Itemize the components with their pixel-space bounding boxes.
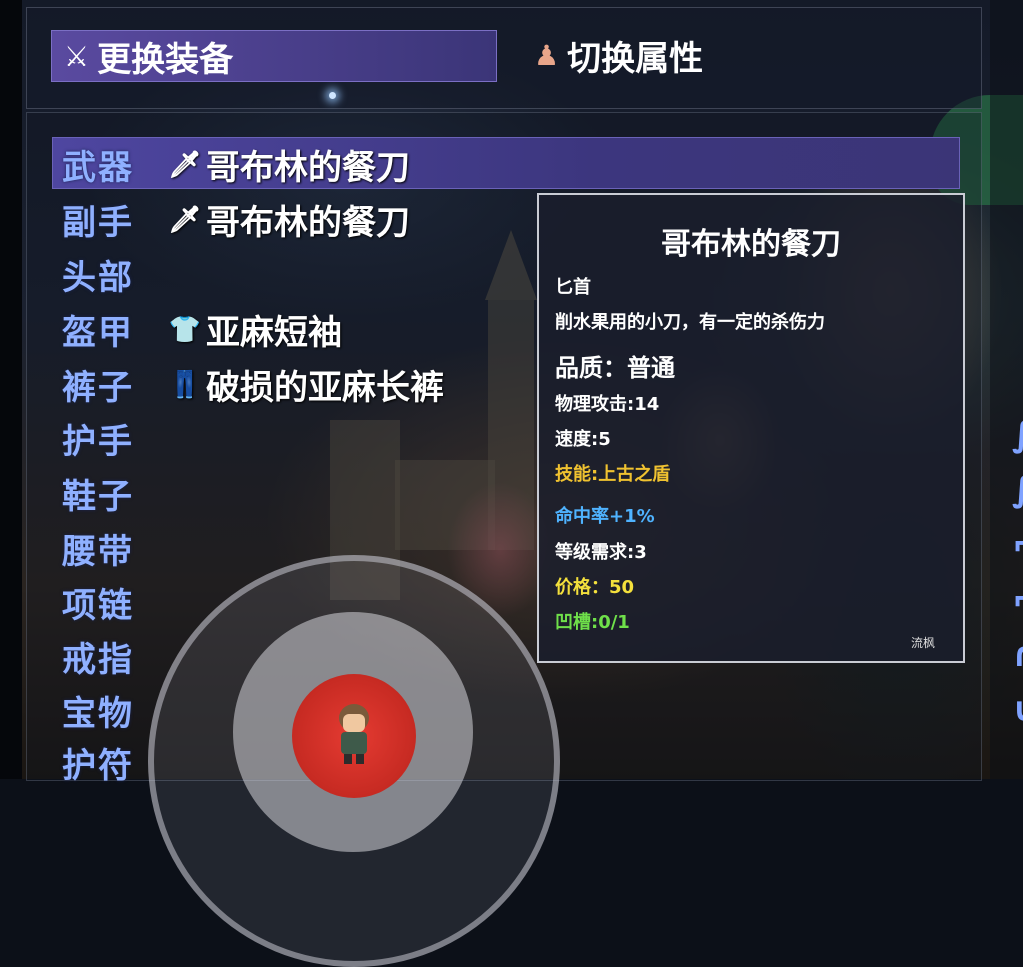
tooltip-title: 哥布林的餐刀 — [661, 227, 841, 262]
tab-switch-attributes[interactable]: ♟ 切换属性 — [522, 30, 782, 80]
tab-attr-label: 切换属性 — [567, 38, 704, 79]
tooltip-socket: 凹槽:0/1 — [555, 612, 630, 633]
player-avatar-icon — [339, 704, 369, 764]
slot-label-amulet[interactable]: 护符 — [62, 738, 134, 787]
item-name: 亚麻短袖 — [206, 313, 342, 353]
tooltip-quality: 品质：普通 — [555, 354, 675, 382]
slot-label-necklace[interactable]: 项链 — [62, 578, 134, 627]
tab-change-equipment[interactable]: ⚔ 更换装备 — [51, 30, 497, 82]
pants-icon: 👖 — [168, 369, 202, 400]
tooltip-description: 削水果用的小刀，有一定的杀伤力 — [555, 312, 825, 333]
tooltip-speed: 速度:5 — [555, 429, 611, 450]
tooltip-hit-rate: 命中率+1% — [555, 506, 655, 527]
right-panel-glyph: ⌐ — [1012, 525, 1023, 565]
slot-label-gloves[interactable]: 护手 — [62, 414, 134, 463]
tooltip-signature: 流枫 — [910, 636, 935, 650]
slot-label-head[interactable]: 头部 — [62, 250, 134, 299]
tooltip-skill: 技能:上古之盾 — [555, 464, 671, 485]
right-panel-glyph: ⌐ — [1012, 580, 1023, 620]
tooltip-level-requirement: 等级需求:3 — [555, 542, 647, 563]
slot-item-offhand[interactable]: 🗡 哥布林的餐刀 — [164, 195, 410, 244]
torso-icon: ♟ — [534, 38, 560, 72]
slot-label-pants[interactable]: 裤子 — [62, 360, 134, 409]
knife-icon: 🗡 — [168, 149, 202, 180]
right-panel-glyph: ∩ — [1012, 635, 1023, 675]
slot-label-armor[interactable]: 盔甲 — [62, 305, 134, 354]
tooltip-type: 匕首 — [555, 277, 591, 298]
slot-item-pants[interactable]: 👖 破损的亚麻长裤 — [164, 360, 444, 409]
item-name: 哥布林的餐刀 — [206, 203, 410, 243]
tooltip-price: 价格：50 — [555, 577, 635, 598]
slot-label-weapon[interactable]: 武器 — [62, 140, 134, 189]
slot-label-ring[interactable]: 戒指 — [62, 632, 134, 681]
tooltip-attack: 物理攻击:14 — [555, 394, 660, 415]
left-border — [0, 0, 22, 779]
slot-label-belt[interactable]: 腰带 — [62, 524, 134, 573]
armor-icon: ⚔ — [64, 39, 90, 73]
right-panel-glyph: ∫ — [1012, 415, 1023, 455]
slot-label-offhand[interactable]: 副手 — [62, 195, 134, 244]
shirt-icon: 👕 — [168, 314, 202, 345]
slot-label-shoes[interactable]: 鞋子 — [62, 469, 134, 518]
item-tooltip: 哥布林的餐刀 匕首 削水果用的小刀，有一定的杀伤力 品质：普通 物理攻击:14 … — [537, 193, 965, 663]
right-panel-glyph: ∪ — [1012, 690, 1023, 730]
item-name: 哥布林的餐刀 — [206, 148, 410, 188]
tab-equip-label: 更换装备 — [97, 39, 234, 80]
slot-item-armor[interactable]: 👕 亚麻短袖 — [164, 305, 342, 354]
slot-label-treasure[interactable]: 宝物 — [62, 686, 134, 735]
right-panel-glyph: ∫ — [1012, 470, 1023, 510]
slot-item-weapon[interactable]: 🗡 哥布林的餐刀 — [164, 140, 410, 189]
sparkle — [329, 92, 336, 99]
knife-icon: 🗡 — [168, 204, 202, 235]
item-name: 破损的亚麻长裤 — [206, 368, 444, 408]
